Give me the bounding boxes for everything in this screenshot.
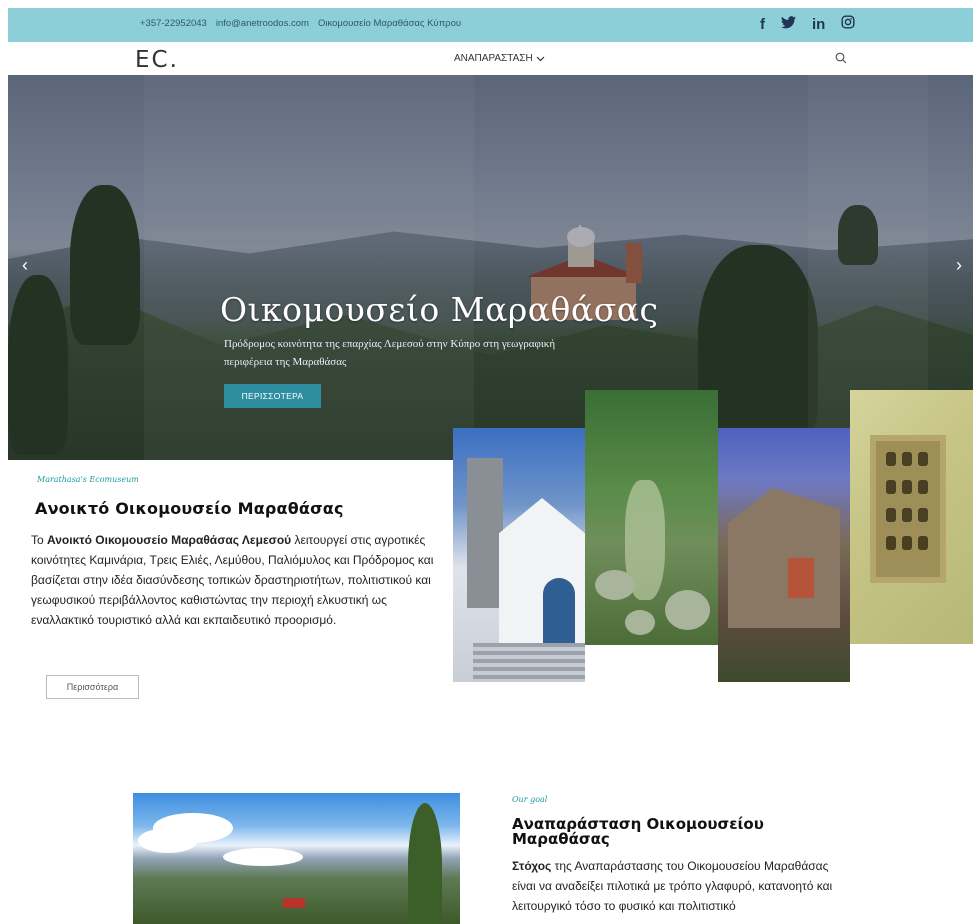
goal-text-post: της Αναπαράστασης του Οικομουσείου Μαραθ…	[512, 859, 833, 913]
hero-overlay	[8, 75, 973, 460]
window-hole	[902, 480, 912, 494]
cloud	[223, 848, 303, 866]
about-text: Το Ανοικτό Οικομουσείο Μαραθάσας Λεμεσού…	[31, 530, 441, 630]
about-heading: Ανοικτό Οικομουσείο Μαραθάσας	[35, 499, 344, 518]
stone-house	[728, 488, 840, 628]
about-kicker: Marathasa's Ecomuseum	[37, 475, 139, 484]
window-hole	[886, 536, 896, 550]
rock	[665, 590, 710, 630]
window-hole	[886, 452, 896, 466]
facebook-icon[interactable]: f	[760, 16, 765, 34]
cloud	[138, 828, 198, 853]
cypress-tree	[408, 803, 442, 924]
house-window	[788, 558, 814, 598]
site-logo[interactable]: EC.	[135, 47, 179, 73]
about-text-pre: Το	[31, 533, 48, 547]
rock	[625, 610, 655, 635]
goal-heading: Αναπαράσταση Οικομουσείου Μαραθάσας	[512, 815, 764, 848]
main-nav: EC. ΑΝΑΠΑΡΑΣΤΑΣΗ	[8, 42, 973, 75]
email-link[interactable]: info@anetroodos.com	[216, 18, 309, 29]
window-hole	[902, 536, 912, 550]
hero-subtitle: Πρόδρομος κοινότητα της επαρχίας Λεμεσού…	[224, 338, 556, 368]
window-hole	[918, 480, 928, 494]
window-hole	[918, 508, 928, 522]
contact-info: +357-22952043 info@anetroodos.com Οικομο…	[140, 18, 461, 29]
goal-text: Στόχος της Αναπαράστασης του Οικομουσείο…	[512, 856, 852, 916]
nav-item-label: ΑΝΑΠΑΡΑΣΤΑΣΗ	[454, 53, 533, 64]
prev-slide-arrow[interactable]: ‹	[22, 256, 34, 274]
village-photo	[133, 793, 460, 924]
stream-photo	[585, 390, 718, 645]
about-text-post: λειτουργεί στις αγροτικές κοινότητες Καμ…	[31, 533, 434, 627]
nav-item-anaparastasi[interactable]: ΑΝΑΠΑΡΑΣΤΑΣΗ	[454, 53, 545, 64]
window-hole	[886, 480, 896, 494]
window-hole	[918, 452, 928, 466]
phone-link[interactable]: +357-22952043	[140, 18, 207, 29]
next-slide-arrow[interactable]: ›	[956, 256, 968, 274]
window-hole	[902, 452, 912, 466]
goal-kicker: Our goal	[512, 795, 548, 804]
hero-title: Οικομουσείο Μαραθάσας	[220, 290, 659, 329]
window-hole	[902, 508, 912, 522]
chapel-steps	[473, 643, 585, 682]
chevron-down-icon	[536, 56, 545, 61]
bell-tower	[467, 458, 503, 608]
about-text-bold: Ανοικτό Οικομουσείο Μαραθάσας Λεμεσού	[47, 533, 292, 547]
house-roof	[283, 898, 305, 908]
search-icon[interactable]	[835, 52, 847, 64]
goal-text-bold: Στόχος	[512, 859, 552, 873]
social-links: f in	[760, 15, 855, 34]
top-bar: +357-22952043 info@anetroodos.com Οικομο…	[8, 8, 973, 42]
rock	[595, 570, 635, 600]
hero-slider: ‹ › Οικομουσείο Μαραθάσας Πρόδρομος κοιν…	[8, 75, 973, 460]
twitter-icon[interactable]	[781, 15, 796, 34]
stone-house-photo	[718, 428, 850, 682]
stone-window-photo	[850, 390, 973, 644]
linkedin-icon[interactable]: in	[812, 16, 825, 34]
about-more-button[interactable]: Περισσότερα	[46, 675, 139, 699]
instagram-icon[interactable]	[841, 15, 855, 34]
hero-more-button[interactable]: ΠΕΡΙΣΣΟΤΕΡΑ	[224, 384, 321, 408]
window-hole	[918, 536, 928, 550]
chapel-photo	[453, 428, 585, 682]
window-hole	[886, 508, 896, 522]
location-text: Οικομουσείο Μαραθάσας Κύπρου	[317, 18, 462, 29]
